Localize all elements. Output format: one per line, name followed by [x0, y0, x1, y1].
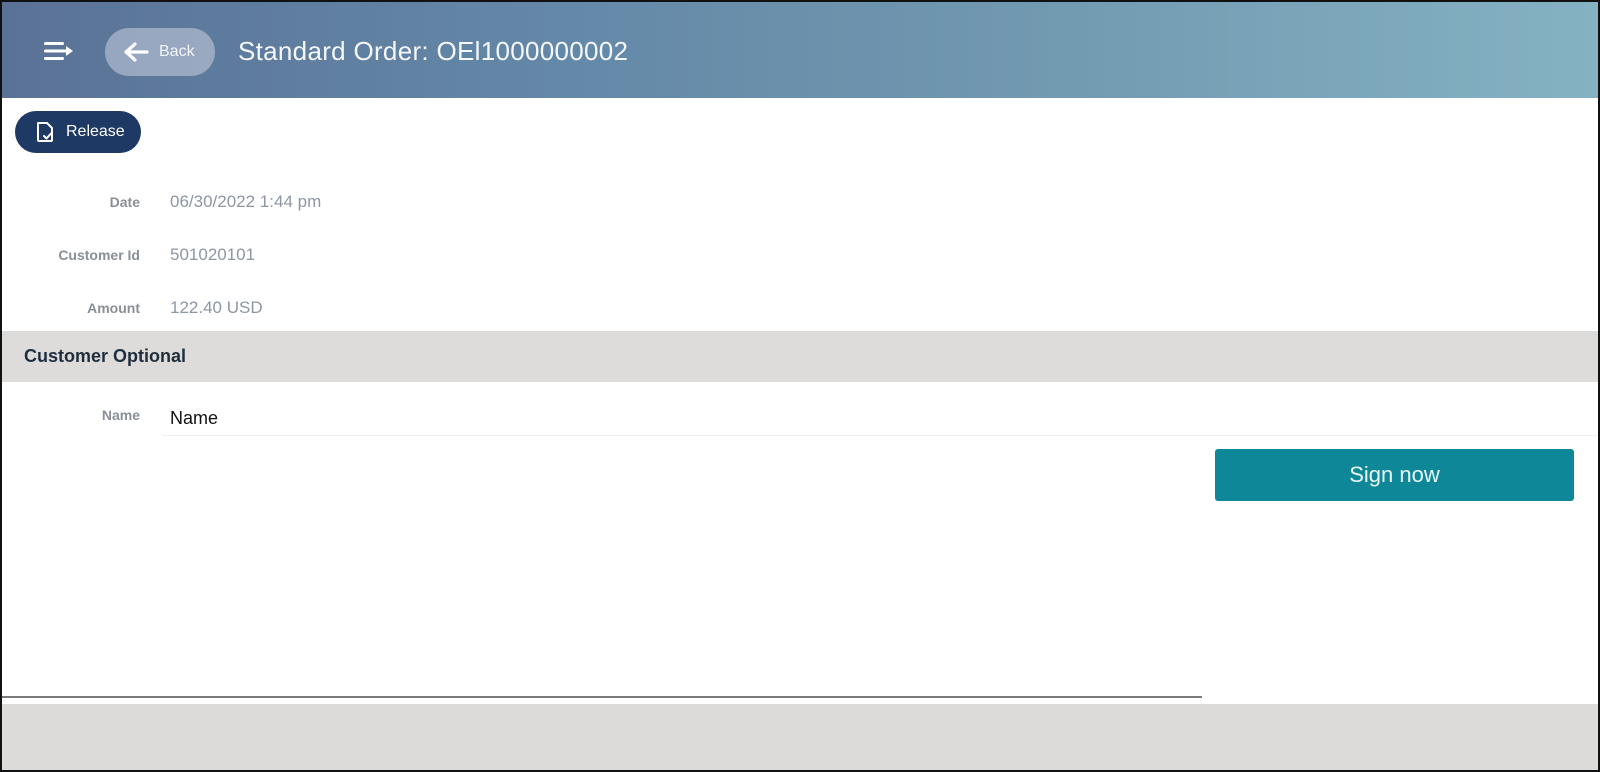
- customer-id-value: 501020101: [170, 245, 256, 264]
- date-label: Date: [109, 194, 140, 210]
- section-header-customer-optional: Customer Optional: [2, 331, 1598, 382]
- amount-value: 122.40 USD: [170, 298, 263, 317]
- release-label: Release: [66, 123, 125, 140]
- field-row-name: Name: [2, 402, 1598, 436]
- date-value: 06/30/2022 1:44 pm: [170, 192, 322, 211]
- field-row-date: Date 06/30/2022 1:44 pm: [2, 192, 1598, 224]
- app-window: Back Standard Order: OEl1000000002 Relea…: [0, 0, 1600, 772]
- sign-now-button[interactable]: Sign now: [1215, 449, 1574, 501]
- name-input[interactable]: [162, 402, 1598, 436]
- back-button[interactable]: Back: [105, 28, 215, 76]
- arrow-left-icon: [124, 42, 149, 62]
- header-bar: Back Standard Order: OEl1000000002: [2, 2, 1598, 98]
- menu-arrow-icon: [44, 42, 73, 60]
- page-title: Standard Order: OEl1000000002: [238, 36, 629, 66]
- customer-id-label: Customer Id: [58, 247, 140, 263]
- release-button[interactable]: Release: [15, 111, 141, 153]
- footer-bar: [2, 704, 1598, 770]
- back-label: Back: [159, 43, 195, 60]
- menu-button[interactable]: [42, 38, 76, 64]
- field-row-amount: Amount 122.40 USD: [2, 298, 1598, 330]
- amount-label: Amount: [87, 300, 140, 316]
- name-label: Name: [101, 407, 140, 423]
- divider: [2, 696, 1202, 698]
- document-check-icon: [37, 122, 53, 142]
- field-row-customer-id: Customer Id 501020101: [2, 245, 1598, 277]
- section-title: Customer Optional: [24, 346, 187, 366]
